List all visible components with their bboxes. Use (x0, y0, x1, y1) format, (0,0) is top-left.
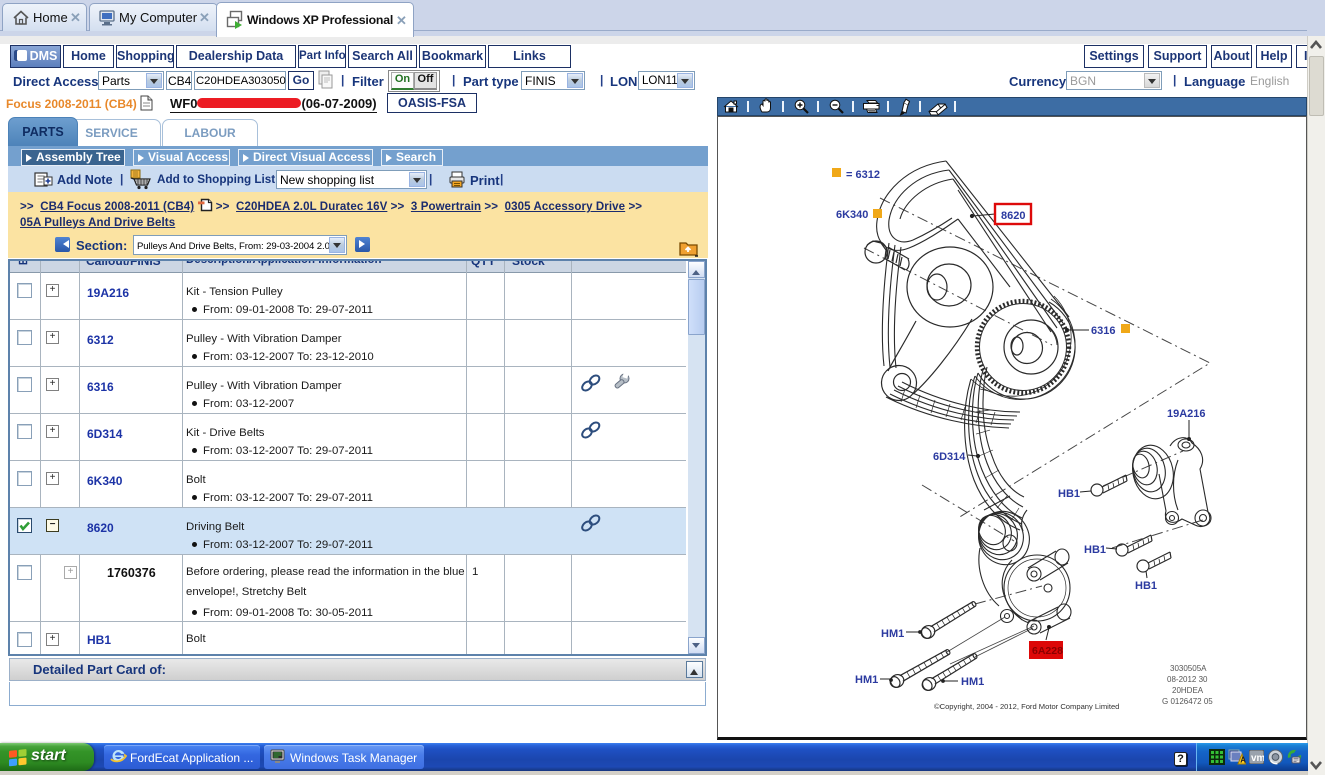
svg-text:HM1: HM1 (961, 676, 984, 688)
svg-text:G 0126472 05: G 0126472 05 (1162, 697, 1213, 706)
svg-text:20HDEA: 20HDEA (1172, 686, 1204, 695)
svg-text:HB1: HB1 (1135, 580, 1157, 592)
svg-text:HB1: HB1 (1084, 544, 1106, 556)
svg-text:A: A (1240, 756, 1246, 765)
svg-text:vm: vm (1251, 753, 1264, 764)
svg-text:08-2012 30: 08-2012 30 (1167, 675, 1208, 684)
svg-text:6316: 6316 (1091, 325, 1115, 337)
svg-text:8620: 8620 (1001, 210, 1025, 222)
svg-text:19A216: 19A216 (1167, 408, 1206, 420)
svg-text:HM1: HM1 (855, 674, 878, 686)
svg-text:6D314: 6D314 (933, 451, 966, 463)
svg-text:©Copyright, 2004 - 2012, Ford: ©Copyright, 2004 - 2012, Ford Motor Comp… (934, 702, 1119, 711)
svg-text:HB1: HB1 (1058, 488, 1080, 500)
svg-text:6K340: 6K340 (836, 209, 868, 221)
svg-text:HM1: HM1 (881, 628, 904, 640)
svg-text:3030505A: 3030505A (1170, 664, 1207, 673)
svg-text:6A228: 6A228 (1032, 645, 1063, 657)
svg-text:= 6312: = 6312 (846, 169, 880, 181)
